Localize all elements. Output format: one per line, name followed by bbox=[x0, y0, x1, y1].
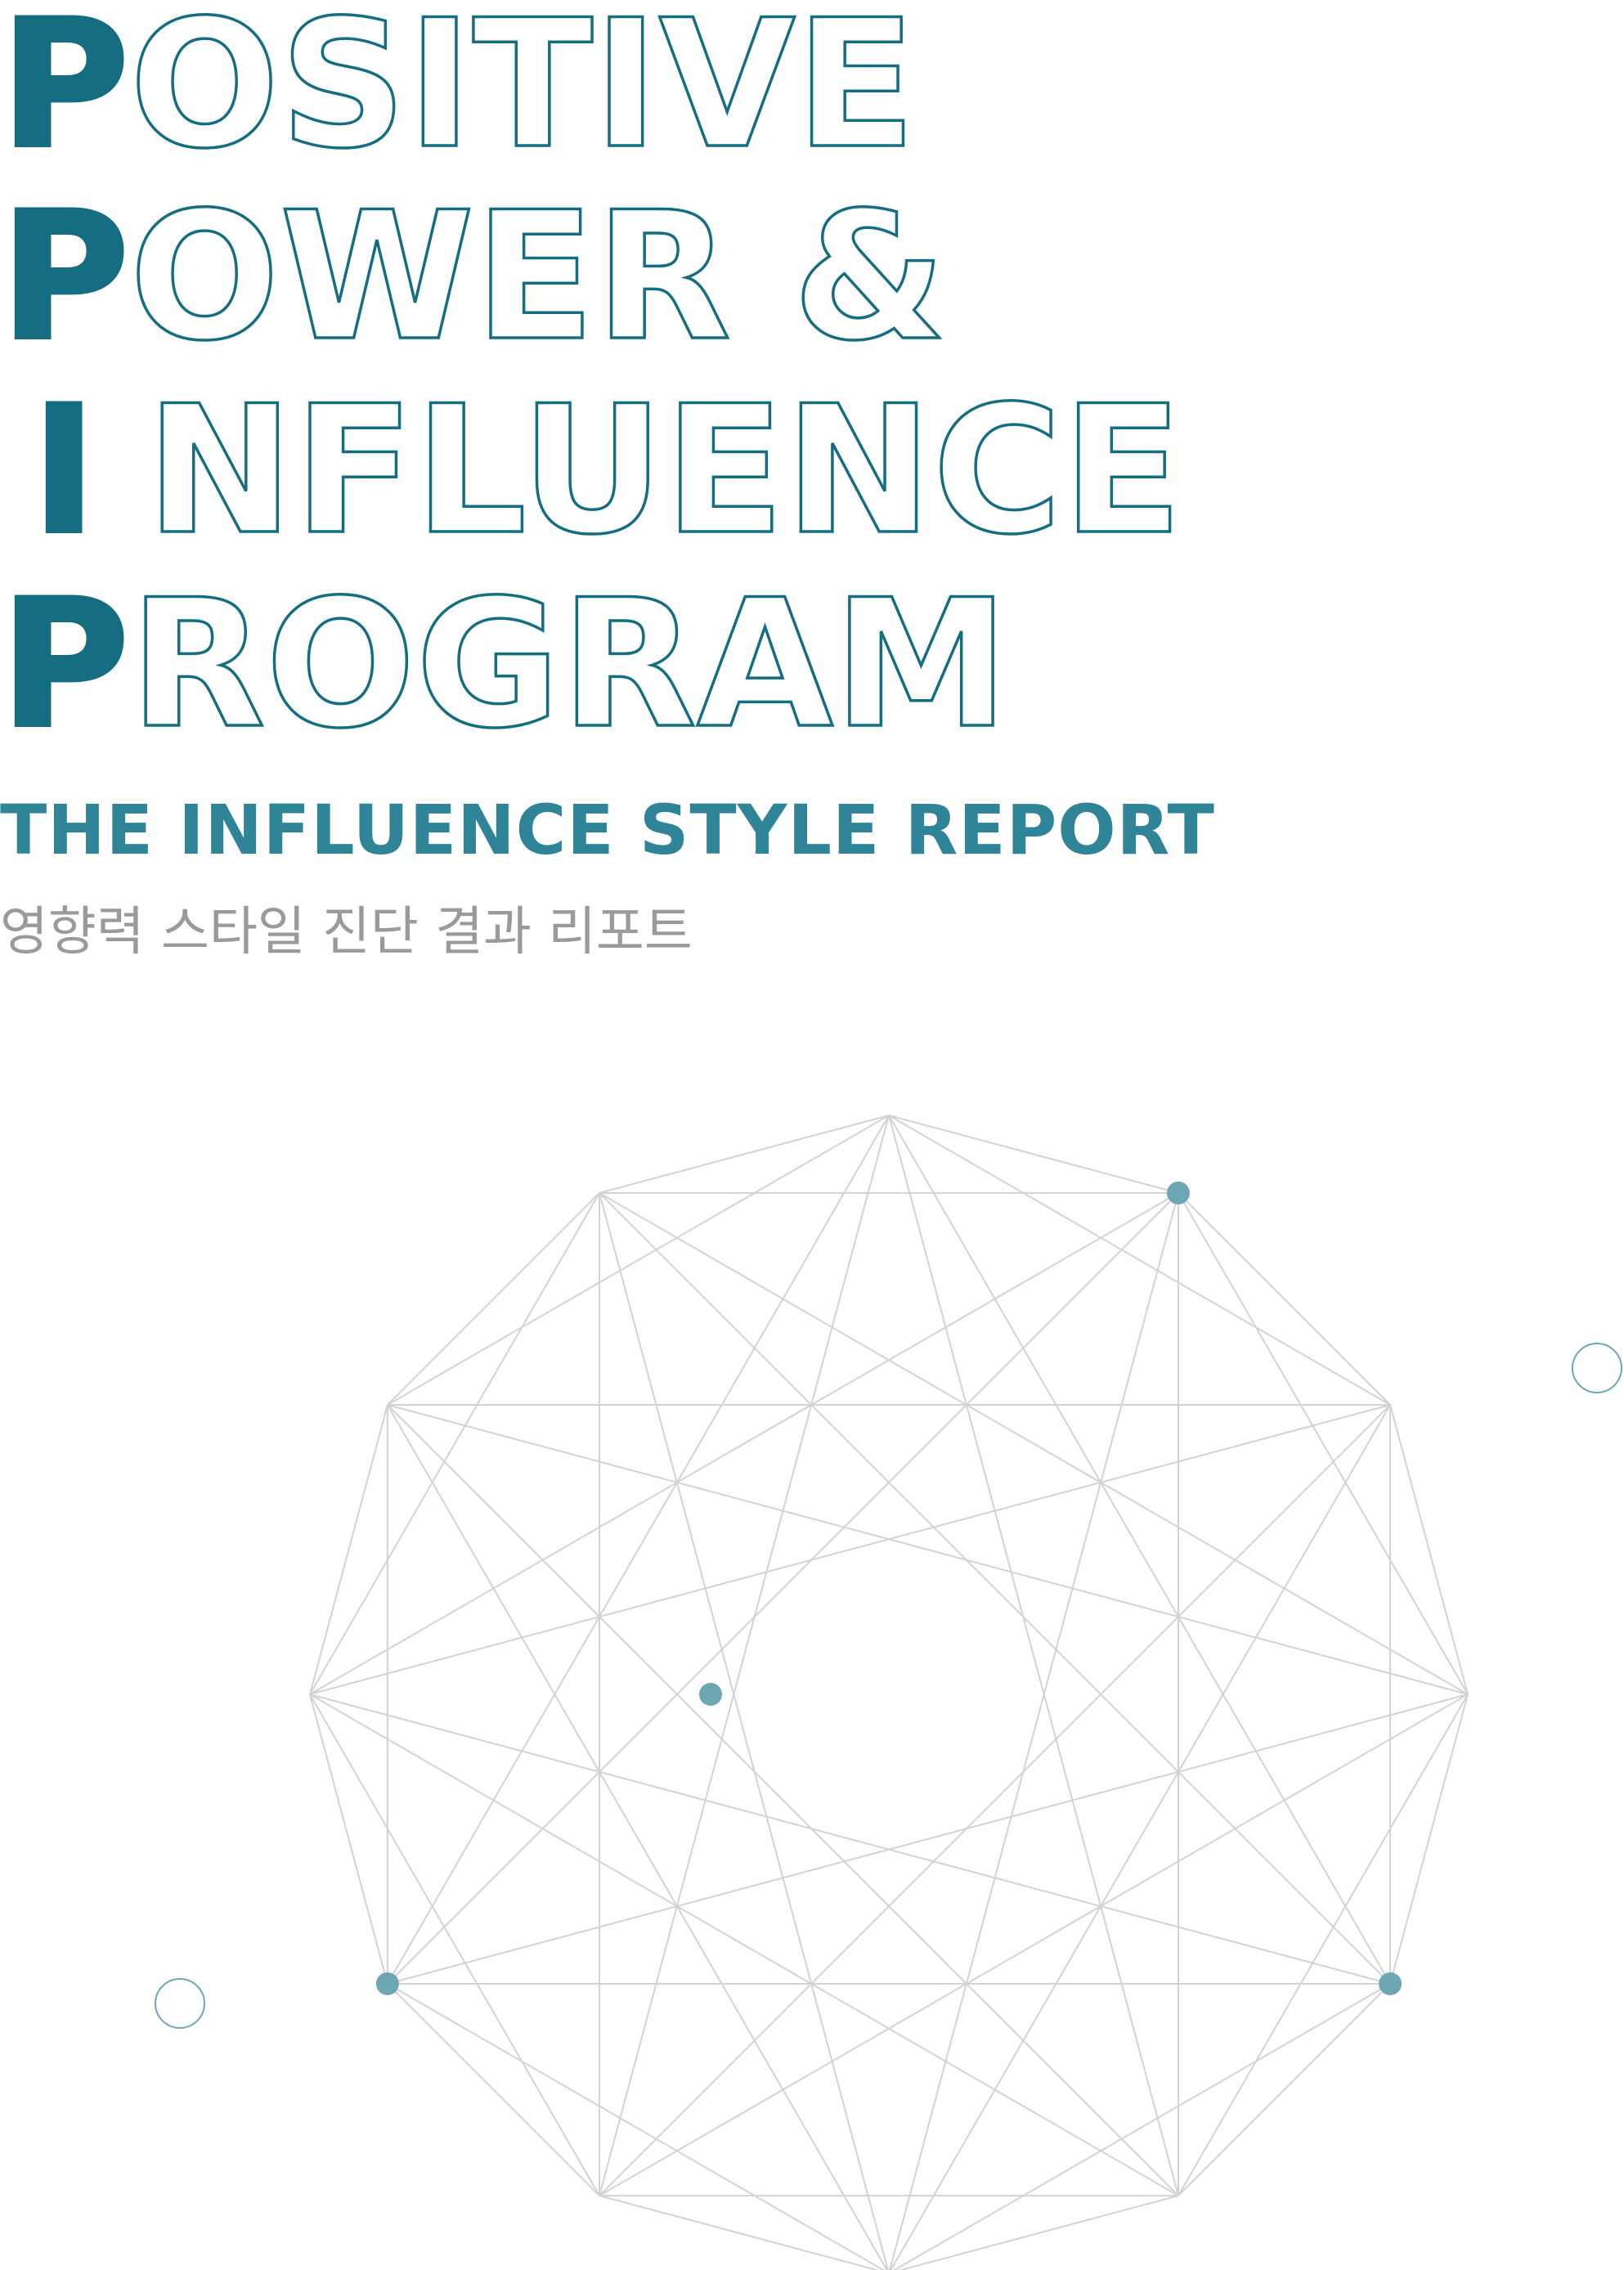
network-line bbox=[599, 1192, 1469, 1695]
outline-circle bbox=[1572, 1343, 1622, 1393]
network-line bbox=[888, 1115, 1179, 1194]
network-line bbox=[387, 1192, 600, 1406]
network-line bbox=[599, 1192, 1391, 1985]
vertex-dot bbox=[1379, 1972, 1402, 1995]
network-line bbox=[387, 1192, 1179, 1985]
network-line bbox=[309, 1404, 388, 1695]
network-line bbox=[892, 1983, 1391, 2270]
network-line bbox=[1389, 1694, 1469, 1985]
network-line bbox=[387, 1404, 1179, 2196]
network-line bbox=[599, 1694, 1469, 2196]
network-graphic bbox=[155, 1115, 1622, 2270]
network-line bbox=[599, 1404, 1391, 2196]
network-line bbox=[387, 1115, 890, 1406]
network-line bbox=[309, 1192, 1179, 1695]
network-line bbox=[599, 1192, 889, 2270]
network-line bbox=[387, 1404, 888, 2270]
network-line bbox=[898, 2195, 1179, 2270]
network-line bbox=[888, 1115, 1391, 1985]
network-line bbox=[387, 1983, 886, 2270]
network-line bbox=[888, 1115, 1391, 1406]
network-line bbox=[1178, 1694, 1469, 2196]
network-line bbox=[890, 1404, 1391, 2270]
network-lines bbox=[309, 1115, 1469, 2270]
network-line bbox=[309, 1694, 600, 2196]
network-line bbox=[387, 1983, 600, 2196]
vertex-dot bbox=[1167, 1181, 1190, 1205]
network-line bbox=[599, 2195, 880, 2270]
network-line bbox=[309, 1192, 600, 1695]
network-line bbox=[889, 1192, 1179, 2270]
outline-circle bbox=[155, 1978, 205, 2029]
network-line bbox=[1389, 1404, 1469, 1695]
network-line bbox=[1178, 1983, 1391, 2196]
vertex-dot bbox=[375, 1972, 399, 1995]
network-line bbox=[387, 1115, 890, 1985]
network-line bbox=[309, 1694, 1179, 2196]
network-dots bbox=[375, 1181, 1402, 1995]
network-line bbox=[309, 1694, 388, 1985]
network-line bbox=[1178, 1192, 1469, 1695]
network-line bbox=[1178, 1192, 1391, 1406]
network-line bbox=[599, 1115, 890, 1194]
center-dot bbox=[699, 1683, 722, 1706]
